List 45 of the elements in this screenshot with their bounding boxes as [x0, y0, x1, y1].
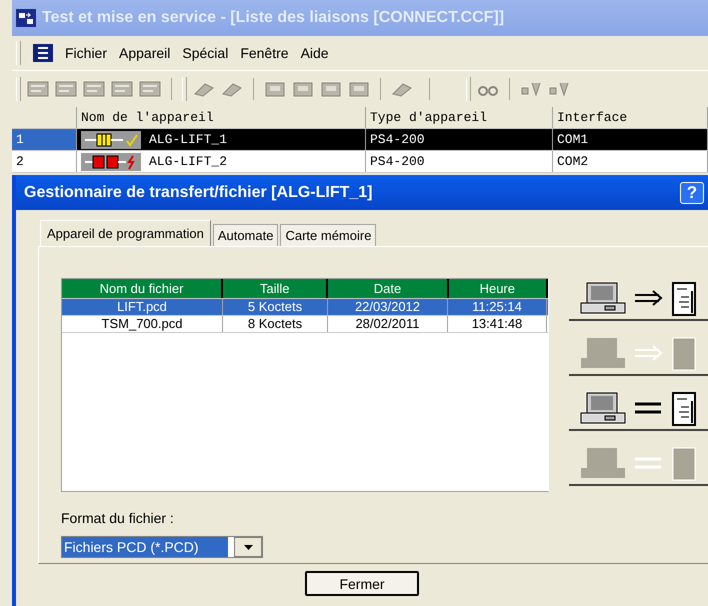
toolbar-icon[interactable] — [27, 80, 49, 98]
toolbar-icon[interactable] — [320, 80, 342, 98]
connection-row[interactable]: 1 ALG-LIFT_1 PS4-200 COM1 — [12, 129, 708, 151]
toolbar-icon[interactable] — [548, 80, 570, 98]
toolbar-icon[interactable] — [111, 80, 133, 98]
column-header[interactable]: Interface — [553, 107, 708, 128]
row-number: 1 — [12, 129, 77, 150]
app-icon — [16, 9, 36, 27]
menu-item[interactable]: Spécial — [182, 45, 228, 61]
device-type: PS4-200 — [366, 151, 553, 172]
tab[interactable]: Automate — [212, 224, 278, 246]
device-interface: COM1 — [553, 129, 708, 150]
help-button[interactable]: ? — [680, 182, 704, 204]
toolbar-icon[interactable] — [83, 80, 105, 98]
close-button[interactable]: Fermer — [305, 571, 419, 596]
device-name: ALG-LIFT_1 — [149, 132, 228, 147]
dialog-title: Gestionnaire de transfert/fichier [ALG-LIFT_1] — [24, 184, 372, 202]
menu-item[interactable]: Aide — [300, 45, 329, 61]
device-name: ALG-LIFT_2 — [149, 154, 228, 169]
format-dropdown[interactable]: Fichiers PCD (*.PCD) — [61, 536, 263, 558]
app-menu-icon[interactable] — [33, 44, 53, 62]
column-header[interactable]: Type d'appareil — [366, 107, 553, 128]
menu-item[interactable]: Fenêtre — [240, 45, 289, 61]
toolbar-icon[interactable] — [292, 80, 314, 98]
column-header[interactable]: Nom de l'appareil — [77, 107, 366, 128]
toolbar-icon[interactable] — [139, 80, 161, 98]
menu-item[interactable]: Fichier — [65, 45, 108, 61]
tab[interactable]: Carte mémoire — [280, 224, 376, 246]
toolbar-icon[interactable] — [55, 80, 77, 98]
menu-item[interactable]: Appareil — [119, 45, 170, 61]
format-label: Format du fichier : — [61, 510, 175, 526]
dropdown-arrow-icon — [244, 544, 252, 550]
tab[interactable]: Appareil de programmation — [40, 220, 211, 246]
connector-check-icon — [81, 130, 141, 148]
connector-broken-icon — [81, 152, 141, 170]
row-number: 2 — [12, 151, 77, 172]
toolbar-icon[interactable] — [348, 80, 370, 98]
toolbar-icon[interactable] — [520, 80, 542, 98]
file-row[interactable]: TSM_700.pcd 8 Koctets 28/02/2011 13:41:48 — [62, 316, 548, 333]
toolbar-icon[interactable] — [264, 80, 286, 98]
file-row[interactable]: LIFT.pcd 5 Koctets 22/03/2012 11:25:14 — [62, 299, 548, 316]
device-type: PS4-200 — [366, 129, 553, 150]
window-title: Test et mise en service - [Liste des liaisons [CONNECT.CCF]] — [42, 9, 504, 27]
connection-row[interactable]: 2 ALG-LIFT_2 PS4-200 COM2 — [12, 151, 708, 173]
device-interface: COM2 — [553, 151, 708, 172]
